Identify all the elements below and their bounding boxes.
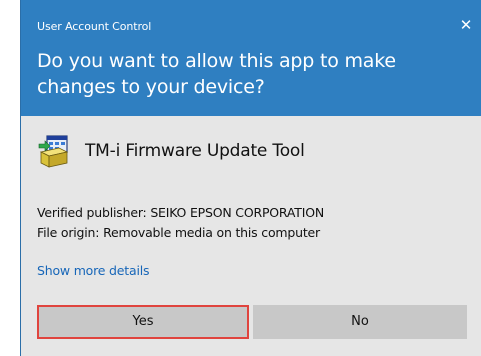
yes-button[interactable]: Yes [37,305,249,339]
installer-app-icon [38,135,69,168]
uac-header: User Account Control ✕ Do you want to al… [21,0,481,116]
app-name: TM-i Firmware Update Tool [85,141,305,161]
no-button[interactable]: No [253,305,467,339]
publisher-info: Verified publisher: SEIKO EPSON CORPORAT… [37,203,324,243]
uac-question: Do you want to allow this app to make ch… [37,50,396,98]
show-more-details-link[interactable]: Show more details [37,263,150,278]
verified-publisher: Verified publisher: SEIKO EPSON CORPORAT… [37,205,324,220]
close-icon: ✕ [459,16,473,34]
button-row: Yes No [37,305,467,339]
window-title: User Account Control [37,20,152,33]
app-row: TM-i Firmware Update Tool [37,134,305,168]
file-origin: File origin: Removable media on this com… [37,225,320,240]
uac-body: TM-i Firmware Update Tool Verified publi… [21,116,481,356]
close-button[interactable]: ✕ [457,16,475,34]
uac-dialog: User Account Control ✕ Do you want to al… [20,0,481,356]
